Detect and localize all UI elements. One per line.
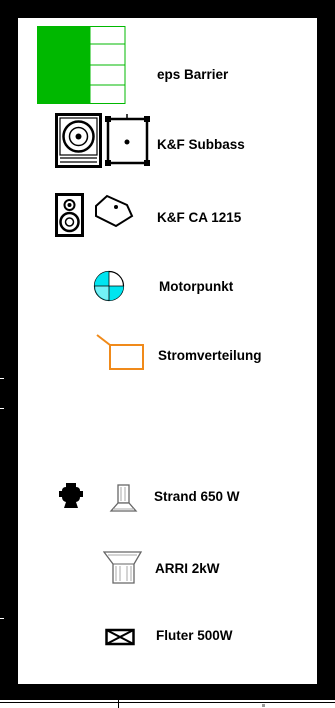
barrier-icon <box>37 26 126 104</box>
legend-label-strand-650: Strand 650 W <box>154 489 240 504</box>
legend-label-ca1215: K&F CA 1215 <box>157 210 242 225</box>
floodlight-icon <box>105 628 135 646</box>
footer-divider <box>118 700 119 708</box>
frame-tick <box>0 408 4 409</box>
legend-label-motorpunkt: Motorpunkt <box>159 279 234 294</box>
legend-label-fluter-500w: Fluter 500W <box>156 628 233 643</box>
legend-label-subbass: K&F Subbass <box>157 137 245 152</box>
legend-label-stromverteilung: Stromverteilung <box>158 348 262 363</box>
legend-label-barrier: eps Barrier <box>157 67 229 82</box>
frame-tick <box>0 618 4 619</box>
frame-tick <box>0 378 4 379</box>
strand-650-black-icon <box>59 483 83 508</box>
footer-line <box>0 702 335 703</box>
arri-2kw-lamp-icon <box>103 551 143 584</box>
footer-mark <box>262 704 265 707</box>
strand-650-lamp-icon <box>109 484 138 512</box>
legend-label-arri-2kw: ARRI 2kW <box>155 561 220 576</box>
subbass-speaker-icon <box>55 113 150 168</box>
ca1215-speaker-icon <box>55 193 134 237</box>
motor-point-icon <box>93 270 125 302</box>
power-distribution-icon <box>96 334 144 370</box>
